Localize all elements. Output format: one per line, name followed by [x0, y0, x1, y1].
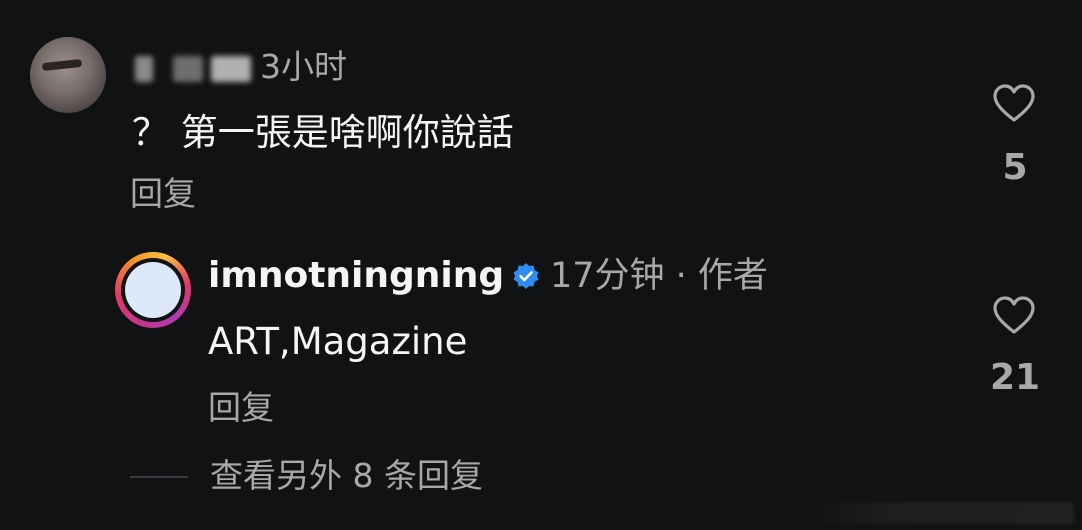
username[interactable]: imnotningning [208, 252, 504, 300]
redaction-block [173, 56, 203, 82]
comment-timestamp: 3小时 [260, 47, 347, 86]
avatar-story-ring[interactable] [115, 252, 191, 328]
reply-button[interactable]: 回复 [130, 172, 196, 216]
reply-button[interactable]: 回复 [208, 386, 274, 430]
verified-badge-icon [513, 263, 539, 289]
redaction-block [135, 56, 153, 82]
comment-text: ART,Magazine [208, 320, 468, 363]
avatar-photo [41, 58, 83, 72]
watermark [804, 502, 1074, 524]
redaction-block [211, 56, 251, 82]
avatar[interactable] [30, 37, 106, 113]
comment-text: ？ 第一張是啥啊你說話 [132, 111, 514, 154]
heart-outline-icon[interactable] [993, 84, 1035, 124]
like-count: 5 [1002, 147, 1028, 188]
username-redacted[interactable] [133, 44, 255, 90]
like-count: 21 [989, 357, 1041, 398]
replies-divider [130, 476, 188, 478]
comment-timestamp-author: 17分钟 · 作者 [550, 256, 768, 296]
avatar-photo [125, 262, 181, 318]
heart-outline-icon[interactable] [993, 296, 1035, 336]
view-more-replies-button[interactable]: 查看另外 8 条回复 [210, 454, 483, 498]
